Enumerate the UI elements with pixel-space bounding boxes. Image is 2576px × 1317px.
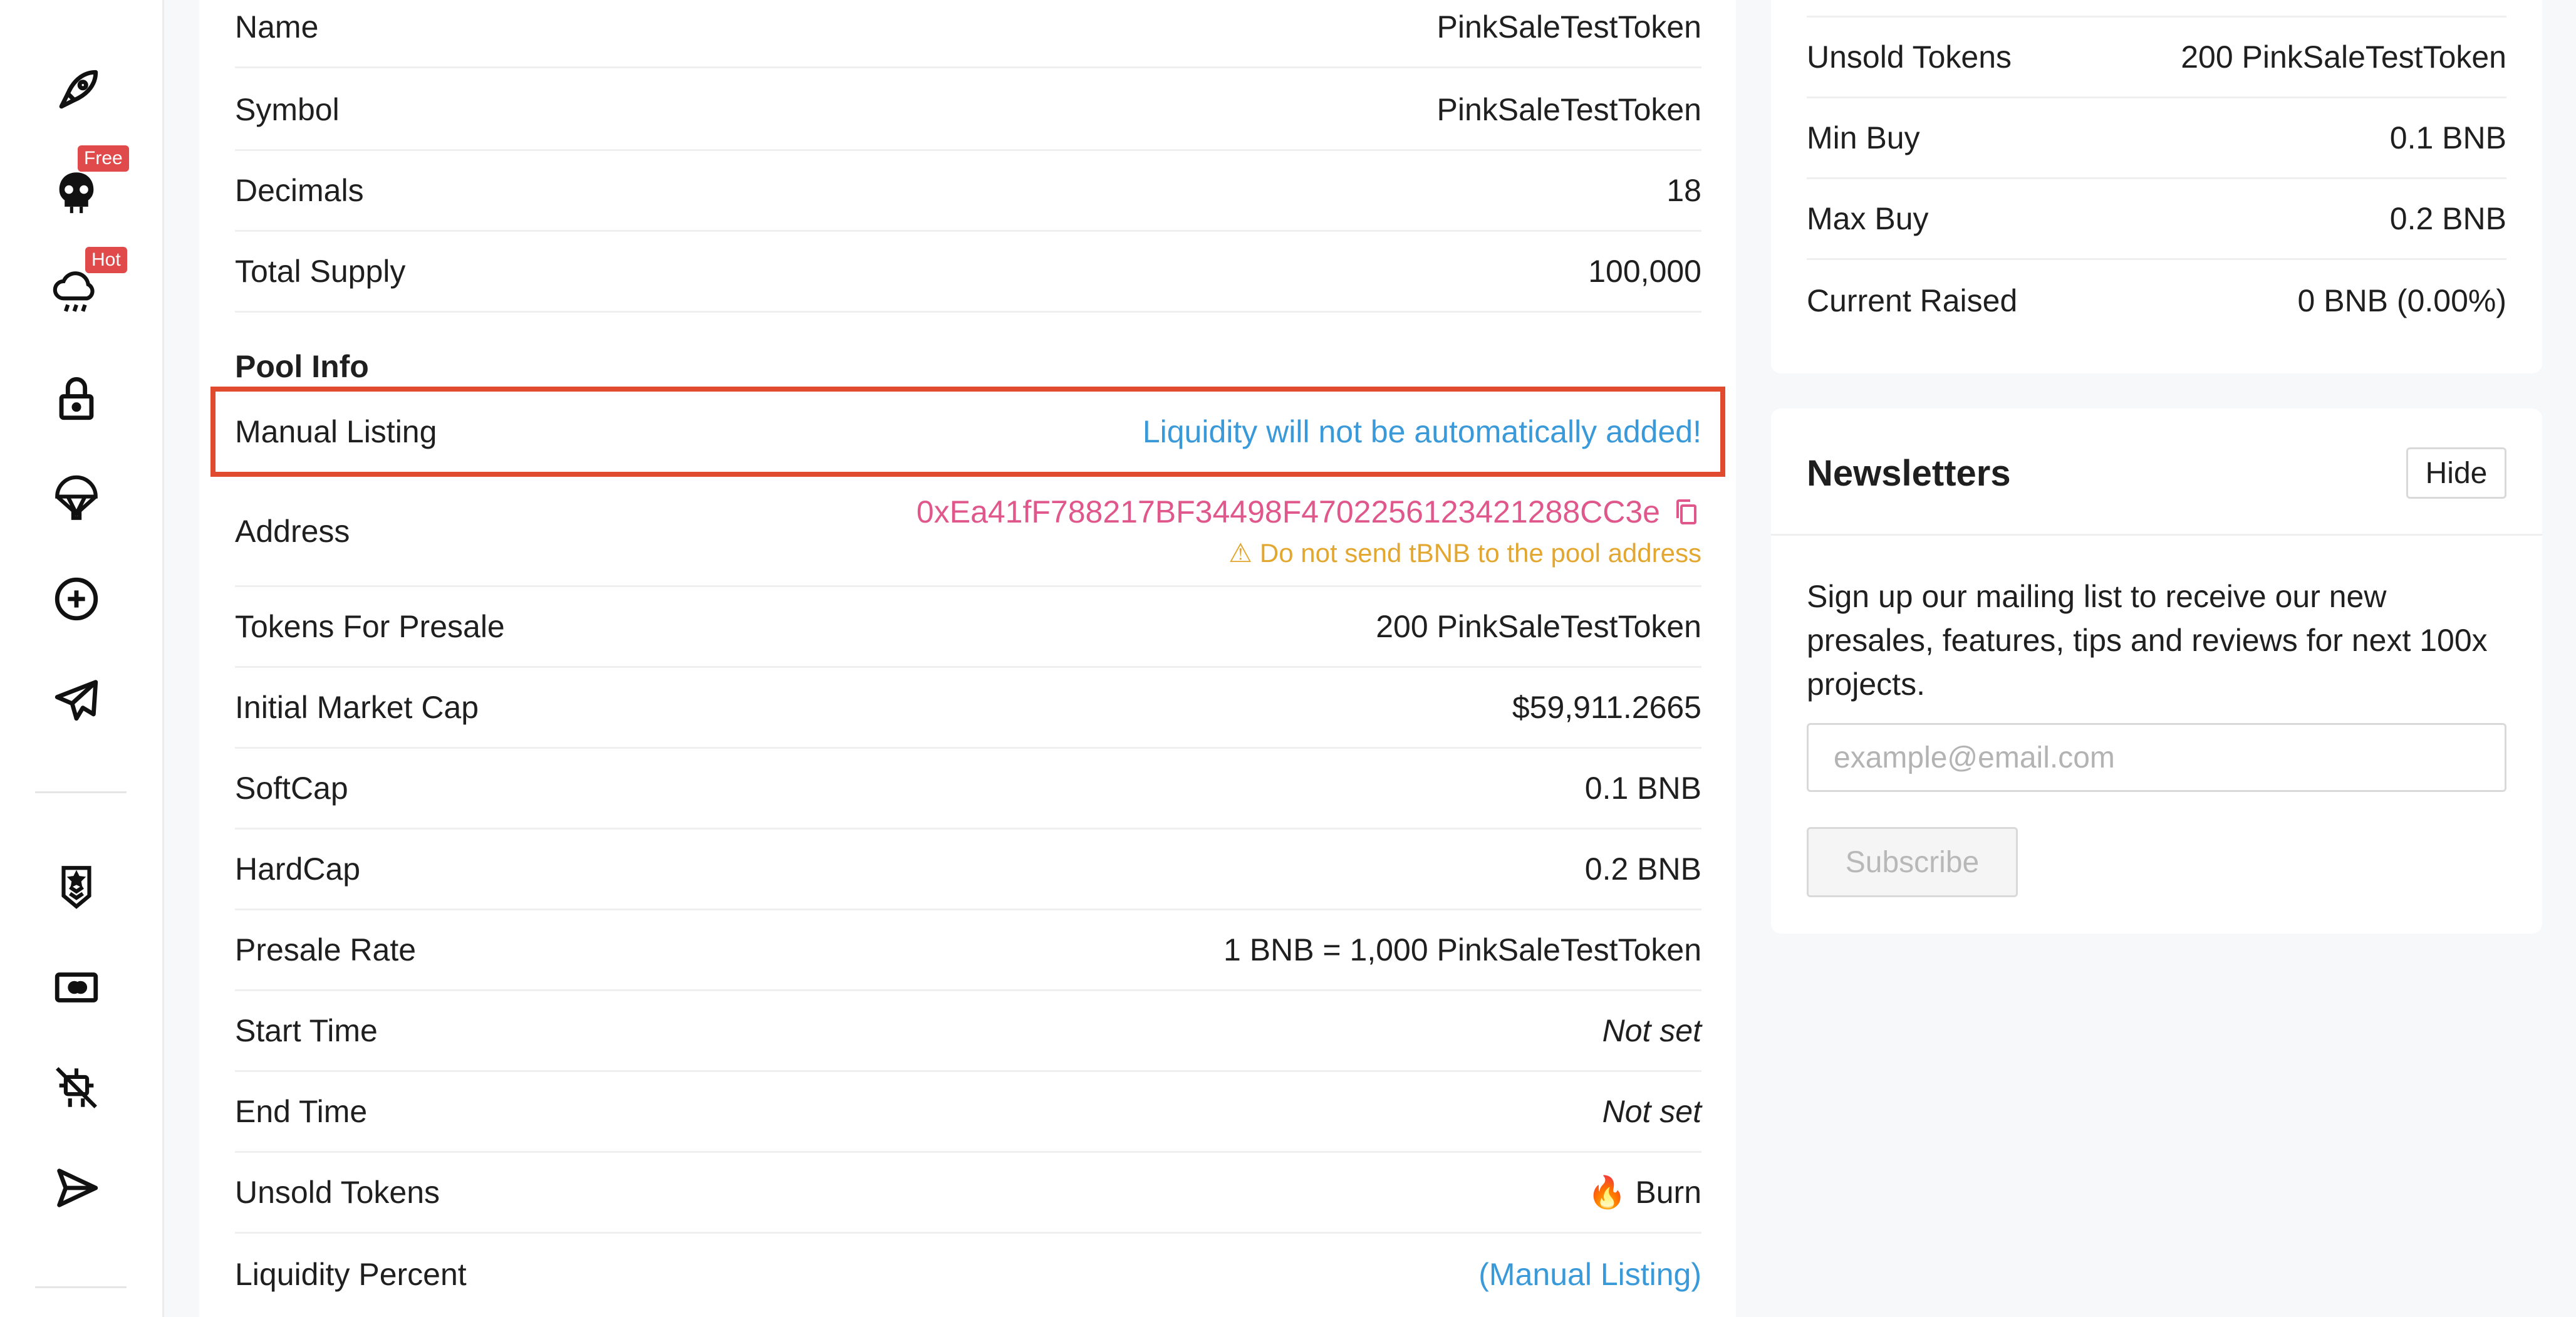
unsold-tokens-value: 🔥 Burn — [1587, 1174, 1701, 1210]
unsold-tokens-label: Unsold Tokens — [235, 1175, 440, 1210]
softcap-row: SoftCap 0.1 BNB — [235, 749, 1701, 830]
plus-circle-icon[interactable] — [45, 568, 108, 630]
address-label: Address — [235, 513, 350, 549]
status-unsold-row: Unsold Tokens 200 PinkSaleTestToken — [1807, 18, 2506, 98]
telegram-icon[interactable] — [45, 668, 108, 731]
address-block: 0xEa41fF788217BF34498F4702256123421288CC… — [917, 494, 1701, 568]
free-badge: Free — [78, 145, 129, 172]
current-raised-label: Current Raised — [1807, 283, 2018, 318]
address-warning: ⚠ Do not send tBNB to the pool address — [1228, 538, 1701, 568]
hardcap-row: HardCap 0.2 BNB — [235, 830, 1701, 910]
end-time-row: End Time Not set — [235, 1072, 1701, 1153]
cloud-rain-icon[interactable]: Hot — [45, 247, 127, 323]
decimals-label: Decimals — [235, 173, 364, 208]
skull-icon[interactable]: Free — [45, 145, 129, 223]
pool-info-title: Pool Info — [235, 349, 369, 384]
end-time-label: End Time — [235, 1094, 368, 1129]
initial-market-cap-label: Initial Market Cap — [235, 690, 479, 725]
hardcap-label: HardCap — [235, 851, 361, 887]
current-raised-row: Current Raised 0 BNB (0.00%) — [1807, 260, 2506, 341]
total-supply-value: 100,000 — [1588, 254, 1701, 289]
current-raised-value: 0 BNB (0.00%) — [2297, 283, 2506, 318]
start-time-value: Not set — [1602, 1013, 1701, 1048]
manual-listing-value: Liquidity will not be automatically adde… — [1142, 414, 1701, 449]
newsletter-description: Sign up our mailing list to receive our … — [1807, 579, 2488, 702]
sidebar-divider — [35, 791, 127, 793]
warning-icon: ⚠ — [1228, 538, 1252, 568]
status-top-divider — [1807, 0, 2506, 18]
subscribe-button[interactable]: Subscribe — [1807, 827, 2018, 897]
status-unsold-value: 200 PinkSaleTestToken — [2181, 39, 2506, 75]
liquidity-percent-row: Liquidity Percent (Manual Listing) — [235, 1234, 1701, 1314]
tokens-for-presale-value: 200 PinkSaleTestToken — [1376, 609, 1701, 644]
presale-rate-value: 1 BNB = 1,000 PinkSaleTestToken — [1223, 932, 1701, 967]
parachute-icon[interactable] — [45, 467, 108, 530]
softcap-value: 0.1 BNB — [1584, 771, 1701, 806]
pool-details-card: Name PinkSaleTestToken Symbol PinkSaleTe… — [199, 0, 1736, 1317]
manual-listing-row: Manual Listing Liquidity will not be aut… — [235, 391, 1701, 472]
hot-badge: Hot — [85, 247, 127, 273]
address-line: 0xEa41fF788217BF34498F4702256123421288CC… — [917, 494, 1701, 530]
total-supply-label: Total Supply — [235, 254, 406, 289]
decimals-value: 18 — [1666, 173, 1701, 208]
sidebar-divider-bottom — [35, 1286, 127, 1288]
email-input[interactable] — [1807, 723, 2506, 792]
manual-listing-label: Manual Listing — [235, 414, 437, 449]
no-bot-icon[interactable] — [45, 1056, 108, 1119]
rocket-icon[interactable] — [45, 60, 108, 123]
softcap-label: SoftCap — [235, 771, 348, 806]
address-row: Address 0xEa41fF788217BF34498F4702256123… — [235, 477, 1701, 587]
liquidity-percent-label: Liquidity Percent — [235, 1256, 467, 1292]
symbol-value: PinkSaleTestToken — [1436, 92, 1701, 127]
name-row: Name PinkSaleTestToken — [235, 0, 1701, 68]
unsold-tokens-row: Unsold Tokens 🔥 Burn — [235, 1153, 1701, 1234]
send-icon[interactable] — [45, 1157, 108, 1219]
copy-icon[interactable] — [1671, 496, 1701, 528]
min-buy-value: 0.1 BNB — [2389, 120, 2506, 155]
newsletter-title: Newsletters — [1807, 453, 2011, 494]
start-time-label: Start Time — [235, 1013, 378, 1048]
decimals-row: Decimals 18 — [235, 151, 1701, 232]
start-time-row: Start Time Not set — [235, 991, 1701, 1072]
min-buy-row: Min Buy 0.1 BNB — [1807, 98, 2506, 179]
newsletter-header: Newsletters Hide — [1771, 409, 2542, 536]
max-buy-label: Max Buy — [1807, 201, 1929, 236]
hide-button[interactable]: Hide — [2406, 447, 2506, 499]
shield-rank-icon[interactable] — [45, 856, 108, 919]
initial-market-cap-value: $59,911.2665 — [1512, 690, 1701, 725]
presale-rate-row: Presale Rate 1 BNB = 1,000 PinkSaleTestT… — [235, 910, 1701, 991]
tokens-for-presale-row: Tokens For Presale 200 PinkSaleTestToken — [235, 587, 1701, 668]
max-buy-row: Max Buy 0.2 BNB — [1807, 179, 2506, 260]
status-unsold-label: Unsold Tokens — [1807, 39, 2012, 75]
initial-market-cap-row: Initial Market Cap $59,911.2665 — [235, 668, 1701, 749]
lock-icon[interactable] — [45, 367, 108, 430]
symbol-label: Symbol — [235, 92, 340, 127]
newsletter-card: Newsletters Hide Sign up our mailing lis… — [1771, 409, 2542, 934]
presale-rate-label: Presale Rate — [235, 932, 417, 967]
end-time-value: Not set — [1602, 1094, 1701, 1129]
max-buy-value: 0.2 BNB — [2389, 201, 2506, 236]
name-value: PinkSaleTestToken — [1436, 9, 1701, 44]
name-label: Name — [235, 9, 319, 44]
tokens-for-presale-label: Tokens For Presale — [235, 609, 505, 644]
presale-status-card: Unsold Tokens 200 PinkSaleTestToken Min … — [1771, 0, 2542, 373]
liquidity-percent-value[interactable]: (Manual Listing) — [1478, 1256, 1701, 1293]
pool-address-link[interactable]: 0xEa41fF788217BF34498F4702256123421288CC… — [917, 494, 1660, 530]
hardcap-value: 0.2 BNB — [1584, 851, 1701, 887]
sidebar: Free Hot — [0, 0, 164, 1317]
total-supply-row: Total Supply 100,000 — [235, 232, 1701, 313]
min-buy-label: Min Buy — [1807, 120, 1920, 155]
symbol-row: Symbol PinkSaleTestToken — [235, 70, 1701, 151]
address-warning-text: Do not send tBNB to the pool address — [1259, 538, 1701, 568]
ticket-icon[interactable] — [45, 956, 108, 1019]
